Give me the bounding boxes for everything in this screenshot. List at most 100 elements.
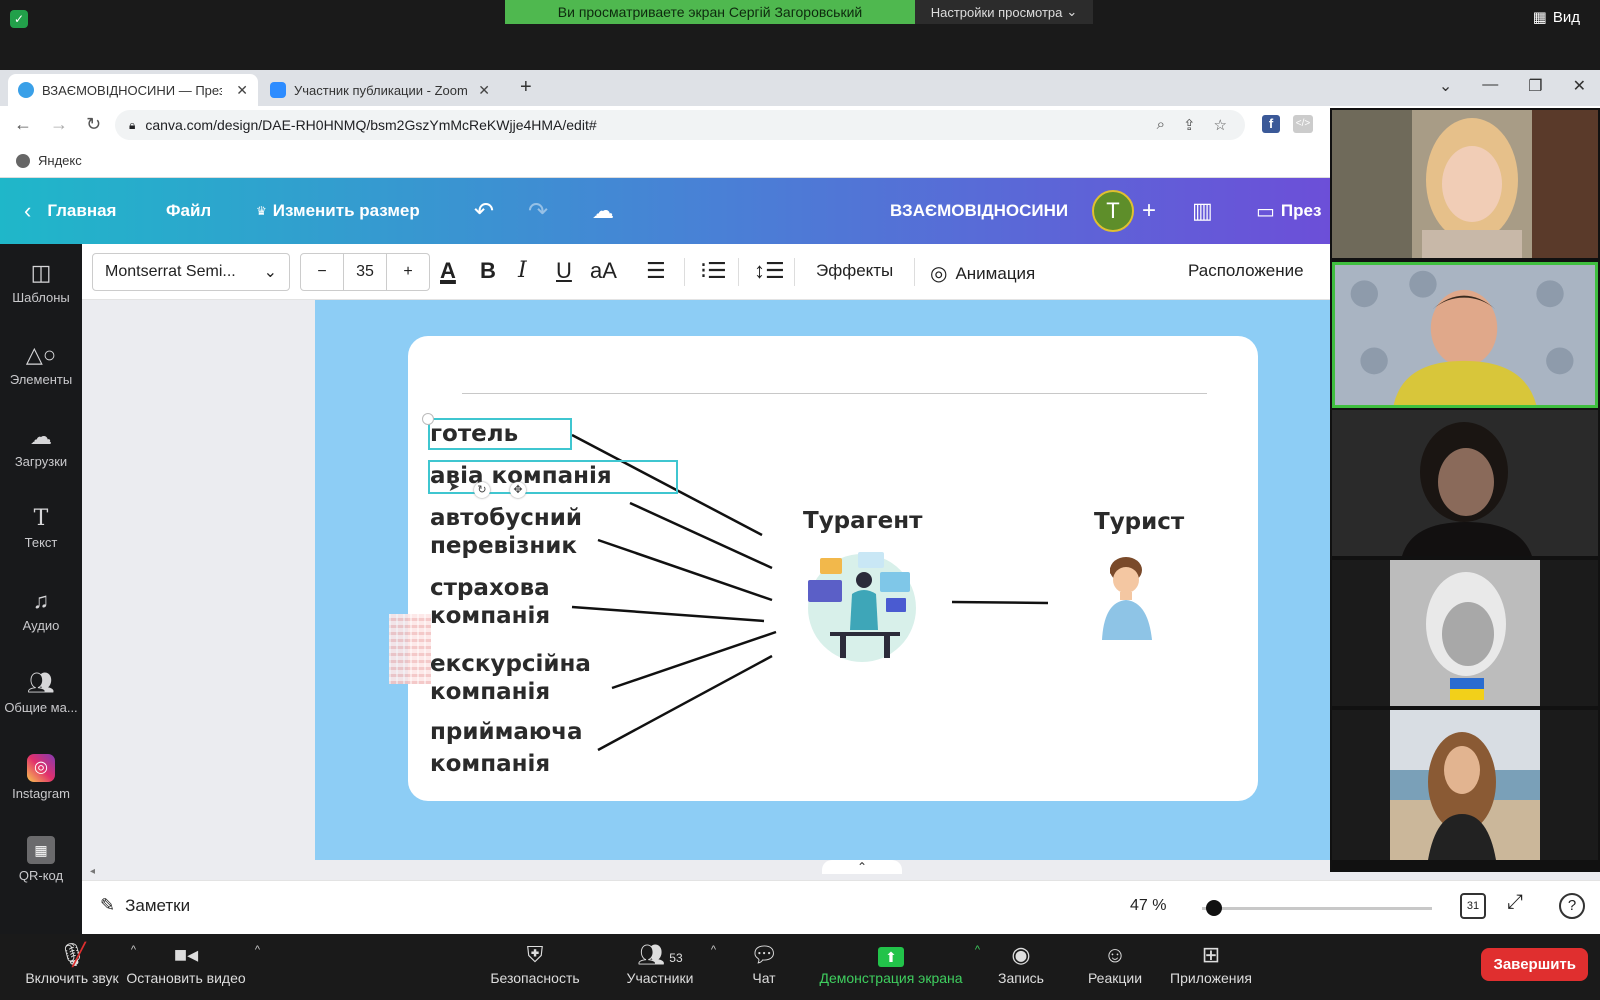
present-button[interactable]: ▭ През — [1256, 178, 1321, 244]
stop-video-button[interactable]: ■◂ Остановить видео ^ — [126, 940, 260, 986]
agent-title[interactable]: Турагент — [803, 507, 923, 535]
resize-button[interactable]: ♛ Изменить размер — [256, 178, 420, 244]
apps-button[interactable]: ⊞ Приложения — [1168, 940, 1254, 986]
avatar[interactable]: T — [1092, 190, 1134, 232]
add-collaborator-icon[interactable]: + — [1142, 178, 1156, 244]
position-button[interactable]: Расположение — [1188, 261, 1304, 281]
provider-insurance[interactable]: страхова компанія — [430, 574, 550, 630]
chevron-up-icon[interactable]: ⌃ — [822, 860, 902, 874]
line-spacing-icon[interactable]: ↕☰ — [754, 258, 785, 284]
pink-grid-decoration[interactable] — [389, 614, 431, 684]
italic-icon[interactable]: I — [518, 258, 527, 283]
nav-buttons: ← → ↻ — [14, 114, 101, 135]
tourist-illustration[interactable] — [1096, 556, 1158, 640]
provider-hotel[interactable]: готель — [430, 420, 518, 448]
insights-chart-icon[interactable]: ▥ — [1192, 178, 1213, 244]
rotate-icon[interactable]: ↻ — [474, 482, 490, 498]
chevron-up-icon[interactable]: ^ — [975, 944, 980, 956]
minimize-icon[interactable]: — — [1482, 76, 1498, 96]
bullet-list-icon[interactable]: ⁝☰ — [700, 258, 727, 284]
redo-icon[interactable]: ↷ — [528, 178, 548, 244]
font-size-stepper[interactable]: − 35 + — [300, 253, 430, 291]
sidebar-item-shared[interactable]: 👥︎ Общие ма... — [0, 670, 82, 715]
code-extension-icon[interactable]: </> — [1293, 115, 1313, 133]
underline-icon[interactable]: U — [556, 258, 572, 284]
participant-video[interactable] — [1332, 410, 1598, 556]
page-count-icon[interactable]: 31 — [1460, 893, 1486, 919]
facebook-extension-icon[interactable]: f — [1262, 115, 1280, 133]
font-select[interactable]: Montserrat Semi... ⌄ — [92, 253, 290, 291]
undo-icon[interactable]: ↶ — [474, 178, 494, 244]
participant-video[interactable] — [1332, 560, 1598, 706]
scroll-left-icon[interactable]: ◂ — [90, 866, 95, 877]
clothing-shape — [1422, 230, 1522, 258]
sidebar-item-templates[interactable]: ◫ Шаблоны — [0, 260, 82, 305]
sidebar-item-elements[interactable]: △○ Элементы — [0, 342, 82, 387]
share-screen-button[interactable]: ⬆ Демонстрация экрана ^ — [816, 940, 980, 986]
new-tab-icon[interactable]: + — [520, 76, 532, 99]
security-button[interactable]: ⛨ Безопасность — [488, 940, 582, 986]
reload-icon[interactable]: ↻ — [86, 114, 101, 135]
zoom-slider-track[interactable] — [1202, 907, 1432, 910]
end-meeting-button[interactable]: Завершить — [1481, 948, 1588, 981]
travel-agent-illustration[interactable] — [800, 550, 924, 666]
record-button[interactable]: ◉ Запись — [996, 940, 1046, 986]
sidebar-item-qr[interactable]: ▦ QR-код — [0, 836, 82, 883]
help-icon[interactable]: ? — [1559, 893, 1585, 919]
music-note-icon: ♫ — [32, 588, 50, 613]
move-icon[interactable]: ✥ — [510, 482, 526, 498]
zoom-percent[interactable]: 47 % — [1130, 897, 1166, 915]
file-button[interactable]: Файл — [166, 178, 211, 244]
provider-receiving[interactable]: приймаюча компанія — [430, 716, 583, 780]
view-settings-button[interactable]: Настройки просмотра ⌄ — [915, 0, 1093, 24]
star-icon[interactable]: ☆ — [1214, 116, 1227, 134]
zoom-lens-icon[interactable]: ⌕ — [1157, 116, 1165, 134]
forward-icon[interactable]: → — [50, 114, 68, 135]
close-icon[interactable]: ✕ — [236, 82, 248, 99]
provider-label: приймаюча — [430, 719, 583, 745]
tab-zoom[interactable]: Участник публикации - Zoom ✕ — [260, 74, 500, 106]
font-size-input[interactable]: 35 — [343, 254, 387, 290]
effects-button[interactable]: Эффекты — [816, 261, 893, 281]
provider-bus[interactable]: автобусний перевізник — [430, 504, 582, 560]
participants-button[interactable]: 👥︎ 53 Участники ^ — [618, 940, 716, 986]
restore-icon[interactable]: ❐ — [1528, 76, 1542, 96]
participant-video[interactable] — [1332, 110, 1598, 258]
reactions-button[interactable]: ☺︎ Реакции — [1086, 940, 1144, 986]
notes-button[interactable]: ✎ Заметки — [100, 895, 190, 916]
align-left-icon[interactable]: ☰ — [646, 258, 666, 284]
increase-size-button[interactable]: + — [387, 263, 429, 281]
sidebar-item-audio[interactable]: ♫ Аудио — [0, 588, 82, 633]
tourist-title[interactable]: Турист — [1094, 508, 1184, 536]
animation-button[interactable]: ◎ Анимация — [930, 261, 1035, 286]
sidebar-item-uploads[interactable]: ☁︎ Загрузки — [0, 424, 82, 469]
url-field[interactable]: 🔒︎ canva.com/design/DAE-RH0HNMQ/bsm2GszY… — [115, 110, 1245, 140]
sidebar-item-instagram[interactable]: ◎ Instagram — [0, 754, 82, 801]
sidebar-item-text[interactable]: T Текст — [0, 506, 82, 550]
chevron-up-icon[interactable]: ^ — [255, 944, 260, 956]
decrease-size-button[interactable]: − — [301, 263, 343, 281]
tab-list-icon[interactable]: ⌄ — [1439, 76, 1452, 96]
share-icon[interactable]: ⇪ — [1183, 116, 1196, 134]
fullscreen-icon[interactable]: ⤢ — [1507, 891, 1523, 914]
tab-canva[interactable]: ВЗАЄМОВІДНОСИНИ — Презен ✕ — [8, 74, 258, 106]
design-title[interactable]: ВЗАЄМОВІДНОСИНИ — [890, 178, 1068, 244]
divider — [738, 258, 739, 286]
bookmark-yandex[interactable]: Яндекс — [38, 153, 82, 168]
home-button[interactable]: ‹ Главная — [24, 178, 116, 244]
provider-excursion[interactable]: екскурсійна компанія — [430, 650, 591, 706]
view-button[interactable]: ▦ Вид — [1533, 8, 1580, 27]
chat-button[interactable]: 💬︎ Чат — [744, 940, 784, 986]
participant-video[interactable] — [1332, 710, 1598, 860]
text-color-icon[interactable]: A — [440, 258, 456, 284]
close-window-icon[interactable]: ✕ — [1573, 76, 1586, 96]
back-icon[interactable]: ← — [14, 114, 32, 135]
unmute-button[interactable]: 🎙︎╱ Включить звук ^ — [22, 940, 136, 986]
cloud-save-icon[interactable]: ☁︎ — [592, 178, 614, 244]
chevron-up-icon[interactable]: ^ — [711, 944, 716, 956]
close-icon[interactable]: ✕ — [478, 82, 490, 99]
zoom-slider-handle[interactable] — [1205, 900, 1222, 916]
letter-case-icon[interactable]: aA — [590, 258, 617, 284]
bold-icon[interactable]: B — [480, 258, 496, 284]
participant-video-active[interactable] — [1332, 262, 1598, 408]
